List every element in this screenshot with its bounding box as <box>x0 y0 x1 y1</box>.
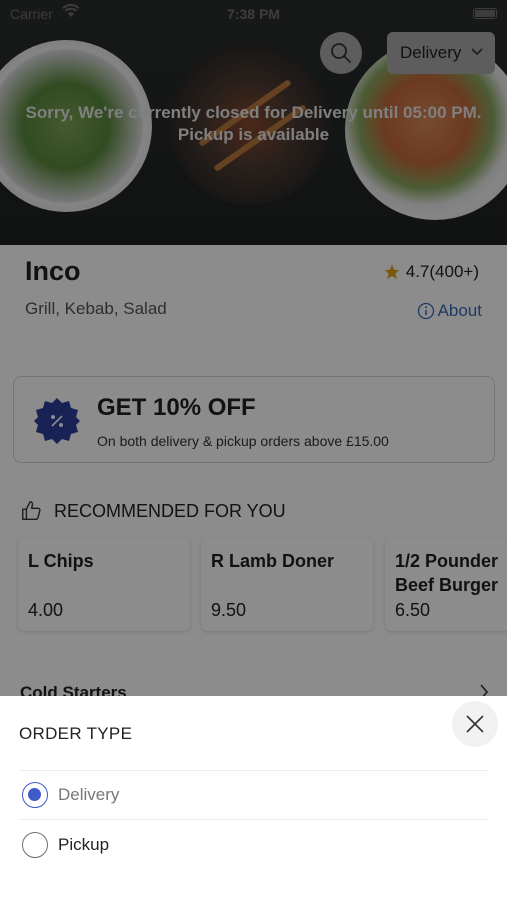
option-label: Pickup <box>58 835 110 854</box>
close-icon <box>466 715 484 733</box>
order-type-sheet: ORDER TYPE Delivery Pickup <box>0 696 507 900</box>
app-screen: Carrier 7:38 PM Delivery Sorry, We're cu… <box>0 0 507 900</box>
divider <box>19 770 488 771</box>
close-button[interactable] <box>452 701 498 747</box>
divider <box>19 819 488 820</box>
modal-backdrop[interactable] <box>0 0 507 696</box>
radio-selected[interactable] <box>22 782 48 808</box>
order-type-option-delivery[interactable]: Delivery <box>22 782 119 808</box>
radio-unselected[interactable] <box>22 832 48 858</box>
sheet-title: ORDER TYPE <box>19 724 133 743</box>
order-type-option-pickup[interactable]: Pickup <box>22 832 109 858</box>
option-label: Delivery <box>58 785 120 804</box>
